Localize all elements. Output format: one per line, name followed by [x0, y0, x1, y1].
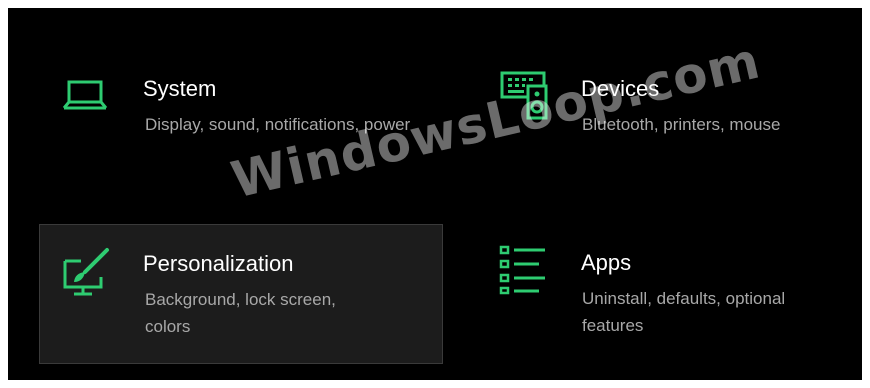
tile-title: Apps: [581, 250, 632, 275]
settings-tile-system[interactable]: System Display, sound, notifications, po…: [40, 50, 440, 170]
tile-title: System: [143, 76, 217, 101]
settings-tile-apps[interactable]: Apps Uninstall, defaults, optional featu…: [478, 224, 858, 364]
personalization-icon: [63, 248, 109, 296]
tile-description: Background, lock screen, colors: [145, 290, 336, 336]
settings-tile-personalization[interactable]: Personalization Background, lock screen,…: [39, 224, 443, 364]
settings-panel: System Display, sound, notifications, po…: [8, 8, 862, 380]
tile-title: Devices: [581, 76, 660, 101]
devices-icon: [500, 71, 548, 120]
laptop-icon: [62, 80, 108, 110]
tile-description: Display, sound, notifications, power: [145, 115, 411, 134]
tile-description: Bluetooth, printers, mouse: [582, 115, 781, 134]
apps-list-icon: [499, 245, 545, 295]
tile-title: Personalization: [143, 251, 294, 276]
tile-description: Uninstall, defaults, optional features: [582, 289, 786, 335]
settings-tile-devices[interactable]: Devices Bluetooth, printers, mouse: [478, 50, 858, 170]
